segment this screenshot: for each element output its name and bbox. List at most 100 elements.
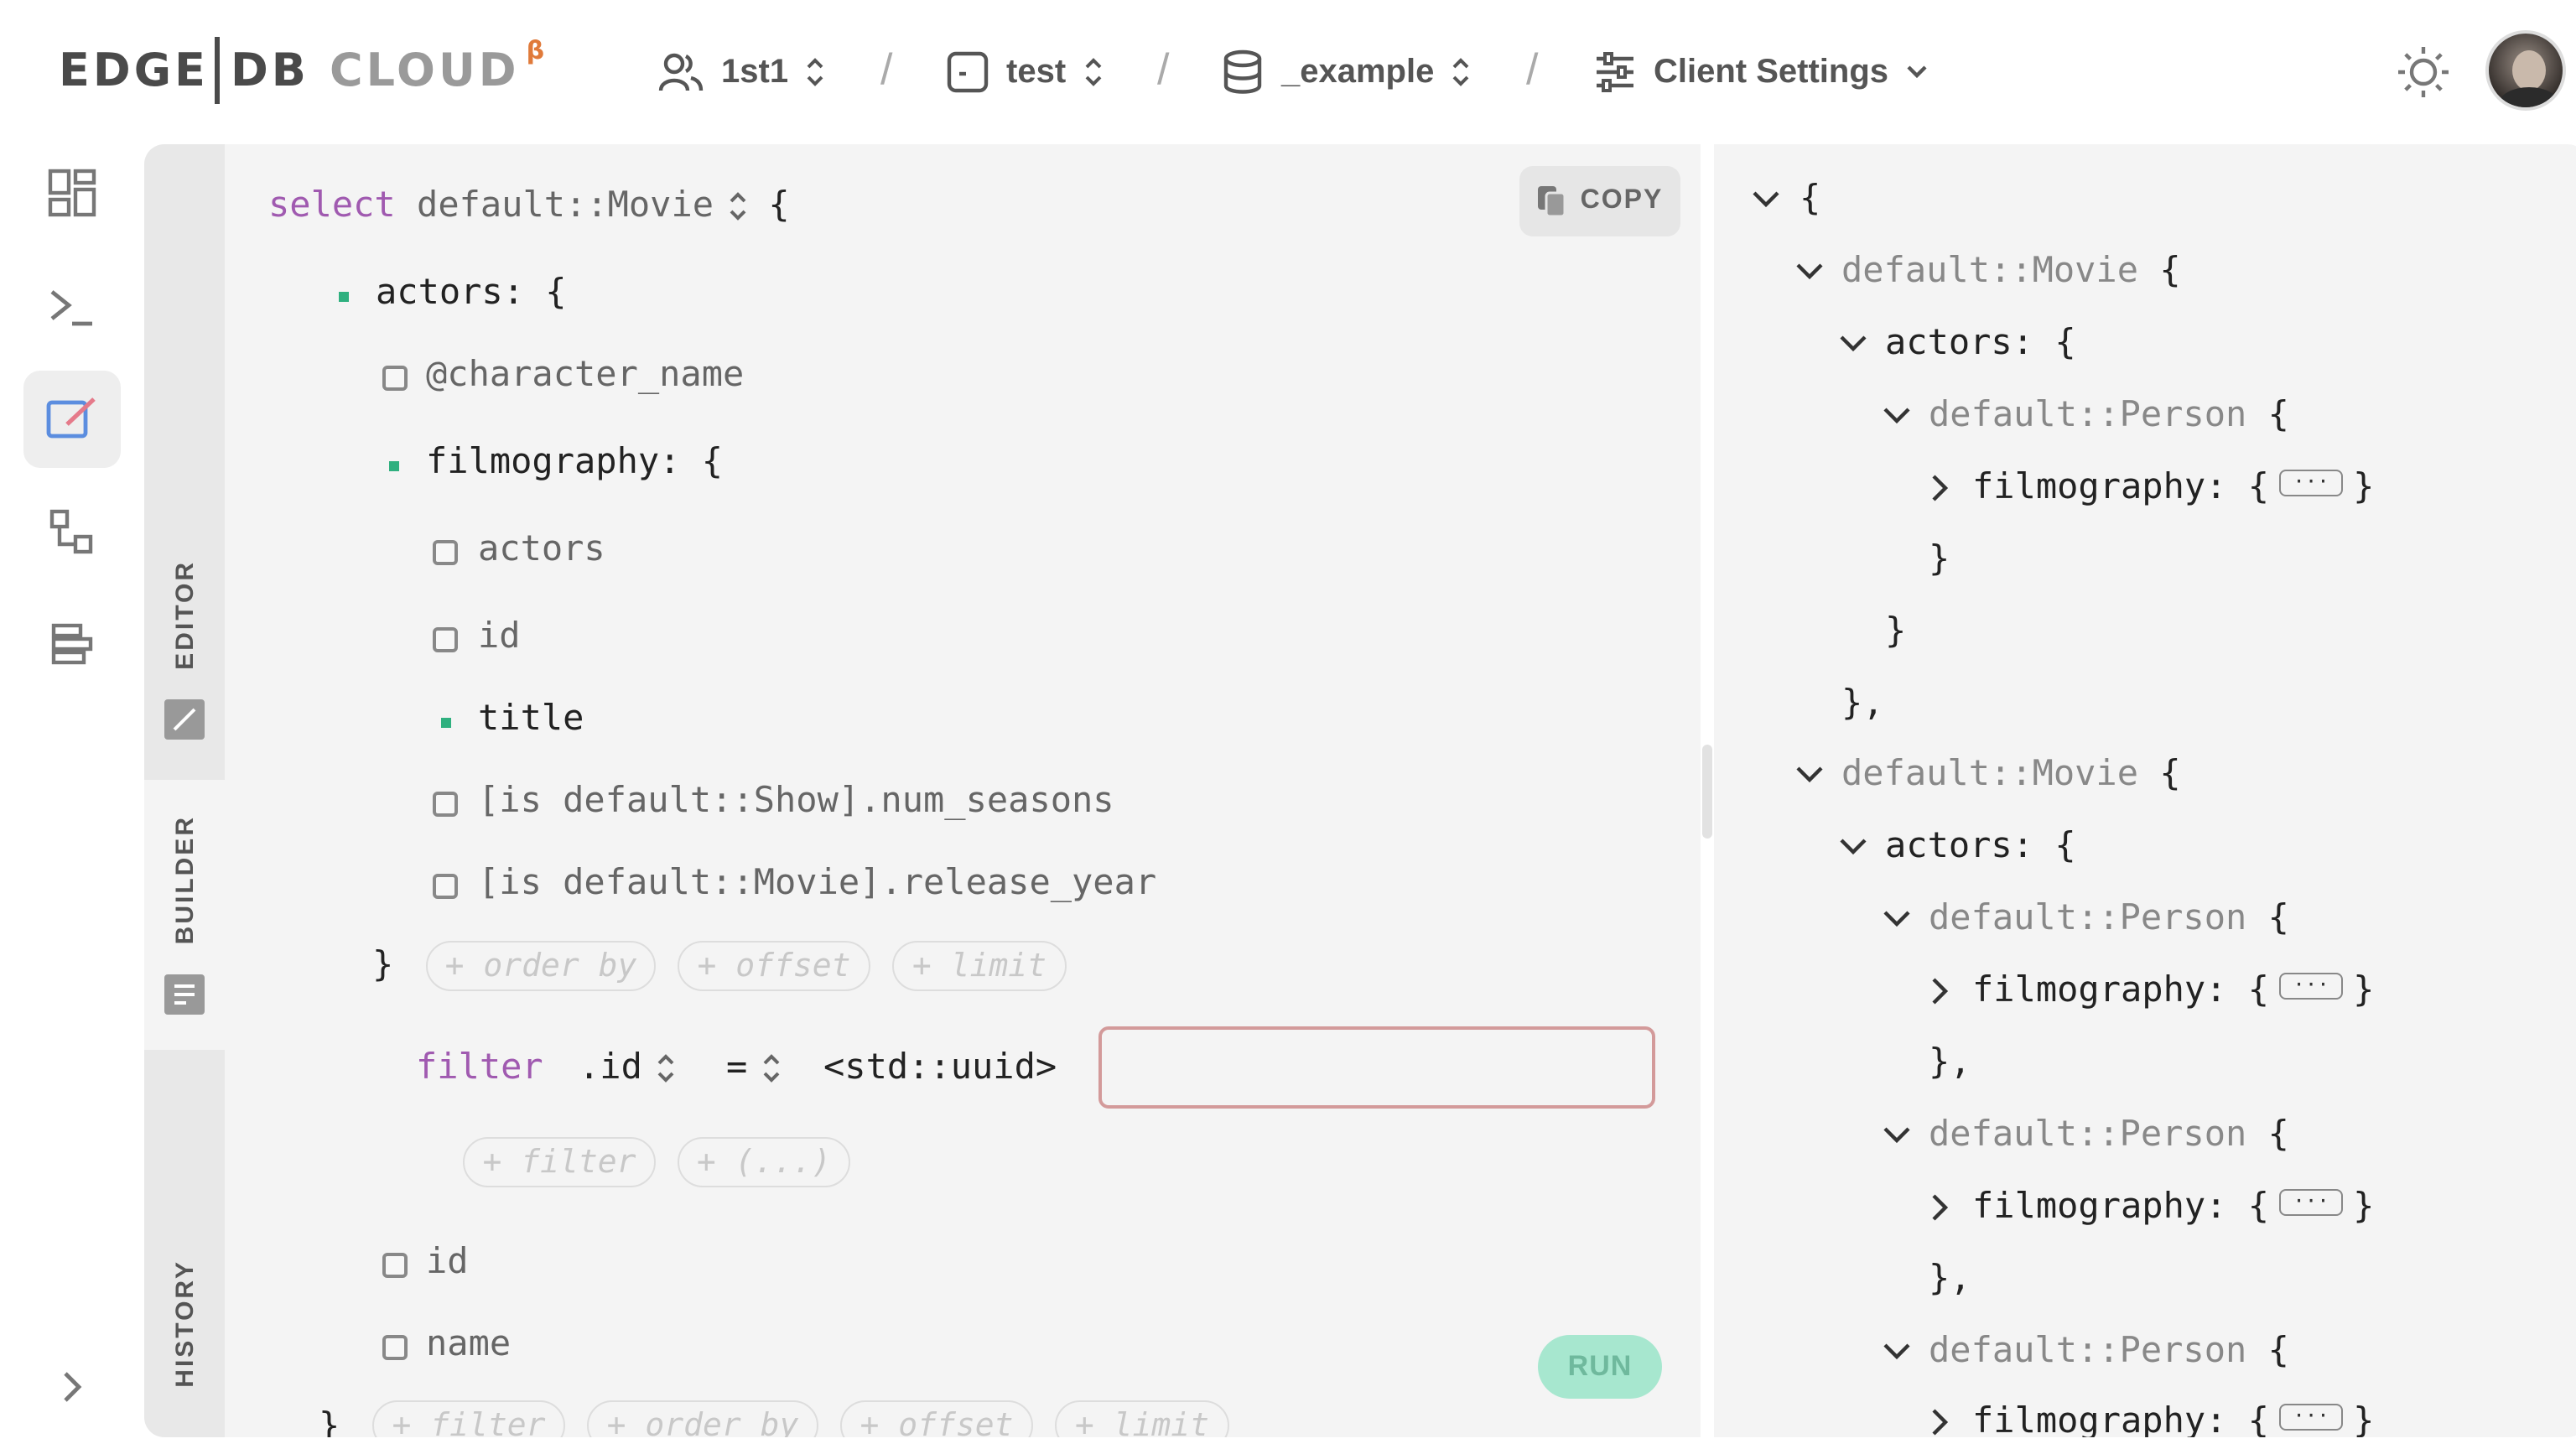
add-paren-button[interactable]: + (...): [678, 1137, 850, 1187]
nav-schema[interactable]: [23, 483, 121, 580]
copy-button[interactable]: COPY: [1519, 166, 1680, 236]
add-filter-button[interactable]: + filter: [463, 1137, 656, 1187]
field-actor-name[interactable]: name: [426, 1323, 511, 1363]
nav-dashboard[interactable]: [23, 144, 121, 242]
instance-icon: [947, 51, 989, 93]
checkbox-num-seasons[interactable]: [433, 792, 458, 817]
add-outer-order-by-button[interactable]: + order by: [587, 1400, 818, 1437]
chevron-down-icon[interactable]: [1882, 1124, 1912, 1147]
tab-editor[interactable]: EDITOR: [144, 560, 225, 778]
result-filmography-4: filmography: {···}: [1972, 1400, 2374, 1437]
selected-link-marker: [339, 292, 349, 302]
brace: {: [2247, 466, 2270, 506]
checkbox-character-name[interactable]: [382, 366, 408, 391]
add-outer-offset-button[interactable]: + offset: [840, 1400, 1033, 1437]
updown-chevron-icon: [1084, 58, 1101, 86]
result-root-open: {: [1800, 178, 1821, 218]
nav-editor[interactable]: [23, 371, 121, 468]
brace: }: [2353, 1186, 2375, 1226]
chevron-down-icon[interactable]: [1838, 332, 1868, 356]
nav-data-explorer[interactable]: [23, 595, 121, 693]
add-outer-limit-button[interactable]: + limit: [1055, 1400, 1229, 1437]
chevron-down-icon[interactable]: [1838, 835, 1868, 859]
link-label: filmography:: [1972, 1186, 2227, 1226]
brace: {: [2054, 825, 2076, 865]
breadcrumb-org[interactable]: 1st1: [657, 44, 842, 101]
updown-chevron-icon: [657, 1054, 674, 1083]
expand-ellipsis-button[interactable]: ···: [2279, 973, 2344, 1000]
field-film-actors[interactable]: actors: [478, 528, 605, 569]
breadcrumb-database-label: _example: [1281, 53, 1435, 90]
chevron-right-icon[interactable]: [1929, 976, 1952, 1006]
add-offset-button[interactable]: + offset: [678, 941, 870, 991]
chevron-down-icon[interactable]: [1882, 404, 1912, 428]
expand-ellipsis-button[interactable]: ···: [2279, 1404, 2344, 1431]
root-type-select[interactable]: default::Movie: [417, 184, 747, 225]
updown-chevron-icon: [807, 58, 823, 86]
chevron-right-icon[interactable]: [1929, 1407, 1952, 1437]
add-limit-button[interactable]: + limit: [892, 941, 1067, 991]
chevron-down-icon[interactable]: [1794, 763, 1825, 787]
tab-history[interactable]: HISTORY: [144, 1259, 225, 1410]
filter-operator-select[interactable]: =: [726, 1046, 781, 1087]
brace: {: [2267, 1330, 2289, 1370]
tab-builder[interactable]: BUILDER: [144, 780, 225, 1050]
edgedb-logo[interactable]: EDGE DB CLOUD β: [59, 35, 545, 104]
panel-splitter[interactable]: [1701, 144, 1714, 1437]
result-person-1: default::Person {: [1929, 394, 2289, 434]
filter-keyword: filter: [416, 1046, 543, 1087]
result-close: }: [1885, 610, 1907, 651]
result-person-3: default::Person {: [1929, 1114, 2289, 1154]
logo-beta: β: [526, 35, 545, 65]
expand-ellipsis-button[interactable]: ···: [2279, 1189, 2344, 1216]
result-close-comma: },: [1841, 683, 1884, 723]
copy-label: COPY: [1580, 186, 1664, 215]
chevron-down-icon[interactable]: [1882, 1340, 1912, 1363]
chevron-down-icon[interactable]: [1794, 260, 1825, 283]
actors-link[interactable]: actors: {: [376, 272, 567, 312]
chevron-down-icon[interactable]: [1751, 188, 1781, 211]
open-brace: {: [768, 184, 790, 225]
field-film-id[interactable]: id: [478, 615, 521, 656]
add-order-by-button[interactable]: + order by: [426, 941, 656, 991]
breadcrumb-instance[interactable]: test: [946, 44, 1119, 101]
result-close-comma: },: [1929, 1041, 1971, 1082]
link-label: filmography:: [1972, 466, 2227, 506]
checkbox-release-year[interactable]: [433, 874, 458, 899]
add-outer-filter-button[interactable]: + filter: [372, 1400, 565, 1437]
field-character-name[interactable]: @character_name: [426, 354, 744, 394]
splitter-grip[interactable]: [1702, 745, 1712, 839]
panel-tabs: EDITOR BUILDER HISTORY: [144, 144, 225, 1437]
logo-divider: [215, 37, 221, 104]
type-label: default::Person: [1929, 1330, 2247, 1370]
user-avatar[interactable]: [2485, 30, 2566, 111]
checkbox-film-actors[interactable]: [433, 540, 458, 565]
nav-expand[interactable]: [23, 1338, 121, 1436]
breadcrumb-instance-label: test: [1006, 53, 1067, 90]
chevron-right-icon[interactable]: [1929, 473, 1952, 503]
run-button[interactable]: RUN: [1538, 1335, 1662, 1399]
expand-ellipsis-button[interactable]: ···: [2279, 470, 2344, 496]
sun-icon[interactable]: [2395, 44, 2452, 101]
field-num-seasons[interactable]: [is default::Show].num_seasons: [478, 780, 1114, 820]
repl-icon: [50, 290, 92, 326]
logo-edge: EDGE: [59, 44, 209, 96]
filter-field-label: .id: [579, 1046, 642, 1087]
field-release-year[interactable]: [is default::Movie].release_year: [478, 862, 1156, 902]
filter-value-input[interactable]: [1098, 1026, 1655, 1109]
checkbox-actor-name[interactable]: [382, 1335, 408, 1360]
client-settings-dropdown[interactable]: Client Settings: [1593, 44, 1945, 101]
chevron-right-icon[interactable]: [1929, 1192, 1952, 1223]
breadcrumb-database[interactable]: _example: [1221, 44, 1488, 101]
breadcrumb-separator: /: [1157, 44, 1170, 94]
checkbox-film-id[interactable]: [433, 627, 458, 652]
checkbox-actor-id[interactable]: [382, 1253, 408, 1278]
nav-repl[interactable]: [23, 258, 121, 356]
filmography-link[interactable]: filmography: {: [426, 441, 723, 481]
dashboard-icon: [48, 169, 96, 217]
field-actor-id[interactable]: id: [426, 1241, 469, 1281]
chevron-down-icon[interactable]: [1882, 907, 1912, 931]
filter-field-select[interactable]: .id: [579, 1046, 676, 1087]
field-film-title[interactable]: title: [478, 698, 584, 738]
result-filmography-2: filmography: {···}: [1972, 969, 2374, 1010]
